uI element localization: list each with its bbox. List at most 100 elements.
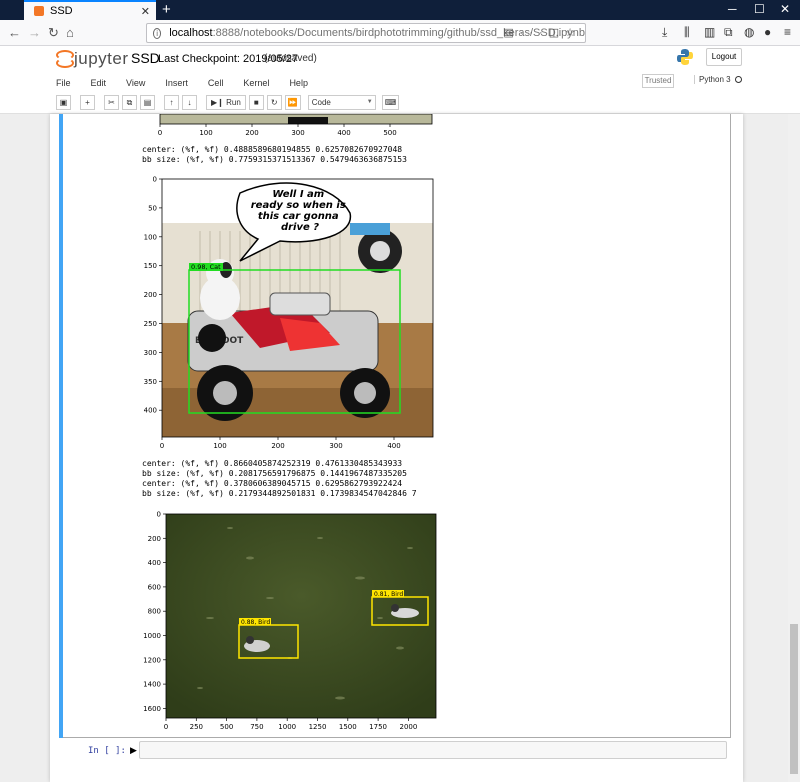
run-icon: ▶❙: [211, 97, 224, 107]
page-scrollbar[interactable]: [788, 114, 800, 782]
url-bar[interactable]: i localhost:8888/notebooks/Documents/bir…: [146, 23, 586, 43]
bookmark-star-icon[interactable]: ☆: [565, 27, 581, 39]
reader-view-icon[interactable]: ▤: [503, 27, 519, 39]
close-tab-icon[interactable]: ✕: [141, 5, 150, 18]
cell-type-select[interactable]: Code: [307, 94, 376, 110]
notebook-toolbar: ▣ + ✂ ⧉ ▤ ↑ ↓ ▶❙ Run ■ ↻ ⏩ Code ⌨: [56, 94, 402, 110]
account-icon[interactable]: ●: [764, 25, 771, 39]
command-palette-icon[interactable]: ⌨: [381, 94, 400, 110]
reload-icon[interactable]: ↻: [48, 25, 59, 41]
plot2-x-ticks: 0 250 500 750 1000 1250 1500 1750 2000: [164, 718, 417, 731]
menu-cell[interactable]: Cell: [208, 74, 224, 92]
menu-file[interactable]: File: [56, 74, 71, 92]
jupyter-logo-icon: [56, 49, 74, 69]
notebook-menu-bar: File Edit View Insert Cell Kernel Help: [56, 74, 328, 92]
copy-icon[interactable]: ⧉: [122, 94, 137, 110]
output-text-2: center: (%f, %f) 0.8660405874252319 0.47…: [142, 459, 417, 498]
tab-title: SSD: [50, 5, 73, 17]
kernel-indicator: Python 3: [694, 75, 742, 84]
kernel-name: Python 3: [699, 75, 731, 84]
bird-detection-label-1: 0.81, Bird: [374, 591, 403, 598]
download-icon[interactable]: ⤓: [662, 25, 667, 40]
new-tab-icon[interactable]: +: [162, 1, 171, 18]
trusted-badge[interactable]: Trusted: [642, 74, 674, 88]
plot2-y-tick-label: 800: [148, 608, 161, 616]
code-input-area[interactable]: [139, 741, 727, 759]
menu-help[interactable]: Help: [289, 74, 308, 92]
plot0-x-tick-label: 400: [337, 129, 350, 136]
menu-edit[interactable]: Edit: [91, 74, 107, 92]
move-up-icon[interactable]: ↑: [164, 94, 179, 110]
jupyter-logo[interactable]: jupyter: [56, 49, 129, 69]
restart-run-all-icon[interactable]: ⏩: [284, 94, 301, 110]
notebook-name[interactable]: SSD: [131, 50, 160, 66]
minimize-window-icon[interactable]: ─: [728, 2, 737, 16]
plot0-image-shadow: [288, 117, 328, 124]
plot1-x-tick-label: 300: [329, 442, 342, 450]
plot2-x-tick-label: 250: [190, 723, 203, 731]
sidebar-icon[interactable]: ▥: [704, 25, 715, 39]
plot0-x-ticks: 0 100 200 300 400 500: [158, 124, 397, 136]
home-icon[interactable]: ⌂: [66, 25, 74, 40]
run-cell-icon[interactable]: ▶: [130, 745, 137, 756]
maximize-window-icon[interactable]: ☐: [754, 2, 765, 16]
plot1-y-ticks: 0 50 100 150 200 250 300 350 400: [144, 176, 162, 415]
plot0-x-tick-label: 200: [245, 129, 258, 136]
paste-icon[interactable]: ▤: [140, 94, 155, 110]
jupyter-logo-text: jupyter: [74, 49, 129, 68]
output-plot-2: 0.81, Bird 0.88, Bird 0 200 400 600 800 1000 1…: [143, 511, 437, 731]
plot1-y-tick-label: 200: [144, 291, 157, 299]
screenshot-icon[interactable]: ⧉: [724, 25, 733, 40]
cut-icon[interactable]: ✂: [104, 94, 119, 110]
back-icon[interactable]: ←: [8, 25, 21, 40]
plot1-x-tick-label: 400: [387, 442, 400, 450]
output-plot-0: 0 100 200 300 400 500: [158, 114, 433, 136]
plot1-y-tick-label: 350: [144, 378, 157, 386]
scrollbar-thumb[interactable]: [790, 624, 798, 774]
bird-detection-label-2: 0.88, Bird: [241, 619, 270, 626]
cat-detection-label: 0.98, Cat: [191, 263, 221, 271]
site-info-icon[interactable]: i: [153, 27, 162, 39]
input-prompt: In [ ]:: [88, 746, 126, 756]
plot2-x-tick-label: 1750: [369, 723, 387, 731]
plot2-y-tick-label: 400: [148, 559, 161, 567]
plot2-x-tick-label: 750: [250, 723, 263, 731]
plot0-x-tick-label: 300: [291, 129, 304, 136]
plot2-y-tick-label: 200: [148, 535, 161, 543]
library-icon[interactable]: ⫼: [684, 25, 690, 40]
interrupt-icon[interactable]: ■: [248, 94, 264, 110]
kernel-idle-icon: [734, 76, 742, 83]
plot1-y-tick-label: 300: [144, 349, 157, 357]
forward-icon[interactable]: →: [28, 25, 41, 40]
selected-cell-indicator: [59, 114, 63, 738]
python-logo-icon: [677, 49, 693, 65]
url-actions: ▤···◫☆: [503, 26, 581, 39]
url-host: localhost: [169, 27, 213, 39]
plot2-x-tick-label: 2000: [399, 723, 417, 731]
restart-icon[interactable]: ↻: [266, 94, 282, 110]
plot2-x-tick-label: 1500: [339, 723, 357, 731]
pocket-icon[interactable]: ◫: [549, 27, 565, 39]
menu-kernel[interactable]: Kernel: [243, 74, 269, 92]
plot2-x-tick-label: 0: [164, 723, 168, 731]
page-actions-icon[interactable]: ···: [520, 27, 549, 39]
save-icon[interactable]: ▣: [56, 94, 71, 110]
plot2-y-ticks: 0 200 400 600 800 1000 1200 1400 1600: [143, 511, 166, 713]
menu-view[interactable]: View: [126, 74, 145, 92]
plot2-y-tick-label: 600: [148, 583, 161, 591]
insert-cell-icon[interactable]: +: [80, 94, 95, 110]
move-down-icon[interactable]: ↓: [182, 94, 197, 110]
plot1-y-tick-label: 400: [144, 407, 157, 415]
close-window-icon[interactable]: ✕: [780, 2, 790, 16]
plot1-x-tick-label: 100: [213, 442, 226, 450]
shield-icon[interactable]: ◍: [744, 25, 754, 39]
menu-insert[interactable]: Insert: [165, 74, 188, 92]
plot1-y-tick-label: 150: [144, 262, 157, 270]
plot0-x-tick-label: 0: [158, 129, 162, 136]
browser-tab[interactable]: SSD ✕: [24, 0, 156, 20]
run-button[interactable]: ▶❙ Run: [206, 94, 246, 110]
plot2-y-tick-label: 0: [157, 511, 161, 519]
logout-button[interactable]: Logout: [706, 48, 742, 66]
output-plot-1: BIG FOOT Well I am ready so when is this…: [144, 176, 434, 450]
menu-hamburger-icon[interactable]: ≡: [784, 25, 791, 39]
